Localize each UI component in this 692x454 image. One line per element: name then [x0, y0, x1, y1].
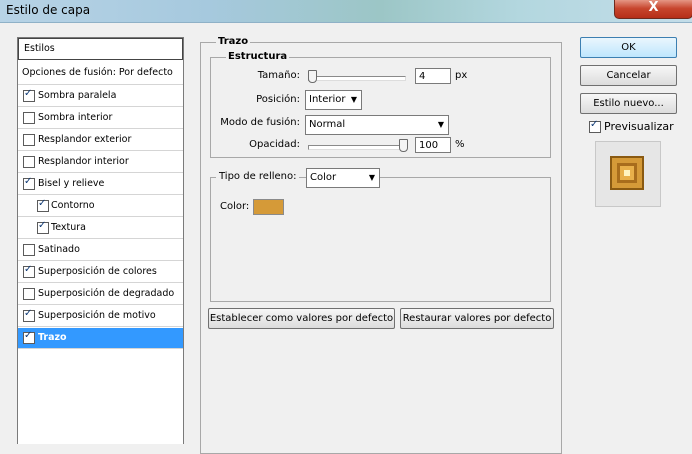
preview-swatch-image [596, 142, 660, 206]
position-label: Posición: [256, 94, 300, 105]
style-item[interactable]: Resplandor exterior [18, 130, 183, 151]
style-item-label: Satinado [38, 244, 80, 255]
chevron-down-icon: ▼ [368, 173, 375, 182]
style-checkbox[interactable] [23, 244, 35, 256]
reset-default-button[interactable]: Restaurar valores por defecto [400, 308, 554, 329]
trazo-title: Trazo [216, 36, 251, 47]
color-label: Color: [220, 201, 250, 212]
style-checkbox[interactable] [23, 330, 35, 344]
style-item[interactable]: Superposición de degradado [18, 284, 183, 305]
style-checkbox[interactable] [23, 264, 35, 278]
opacity-unit: % [455, 139, 465, 150]
style-item[interactable]: Bisel y relieve [18, 174, 183, 195]
size-input[interactable]: 4 [415, 68, 451, 84]
style-checkbox[interactable] [23, 176, 35, 190]
style-item-label: Sombra paralela [38, 90, 117, 101]
style-item[interactable]: Superposición de colores [18, 262, 183, 283]
styles-list: Estilos Opciones de fusión: Por defecto … [17, 37, 184, 444]
style-item-label: Sombra interior [38, 112, 113, 123]
style-checkbox[interactable] [23, 308, 35, 322]
chevron-down-icon: ▼ [350, 95, 357, 104]
blend-options-item[interactable]: Opciones de fusión: Por defecto [18, 63, 183, 85]
size-unit: px [455, 70, 468, 81]
opacity-input[interactable]: 100 [415, 137, 451, 153]
styles-header-label: Estilos [24, 43, 55, 54]
styles-header[interactable]: Estilos [18, 38, 183, 60]
style-item-label: Contorno [51, 200, 95, 211]
style-checkbox[interactable] [23, 288, 35, 300]
style-checkbox[interactable] [23, 134, 35, 146]
style-item-label: Trazo [38, 332, 67, 343]
blend-mode-select[interactable]: Normal ▼ [305, 115, 449, 135]
opacity-slider-track[interactable] [308, 145, 406, 150]
estructura-title: Estructura [226, 51, 290, 62]
style-item[interactable]: Superposición de motivo [18, 306, 183, 327]
set-default-button[interactable]: Establecer como valores por defecto [208, 308, 395, 329]
position-select[interactable]: Interior ▼ [305, 90, 362, 110]
style-checkbox[interactable] [23, 112, 35, 124]
style-item[interactable]: Resplandor interior [18, 152, 183, 173]
size-slider-thumb[interactable] [308, 70, 317, 83]
opacity-slider-thumb[interactable] [399, 139, 408, 152]
chevron-down-icon: ▼ [437, 120, 444, 129]
style-item-label: Textura [51, 222, 86, 233]
style-item[interactable]: Sombra paralela [18, 86, 183, 107]
close-button[interactable]: X [614, 0, 692, 19]
style-preview [595, 141, 661, 207]
style-checkbox[interactable] [23, 156, 35, 168]
size-label: Tamaño: [257, 70, 300, 81]
style-item-label: Superposición de degradado [38, 288, 175, 299]
fill-type-value: Color [310, 172, 337, 183]
style-item-label: Resplandor interior [38, 156, 129, 167]
fill-type-select[interactable]: Color ▼ [306, 168, 380, 188]
fill-type-label: Tipo de relleno: [216, 171, 300, 182]
title-bar: Estilo de capa X [0, 0, 692, 23]
size-slider-track[interactable] [308, 76, 406, 81]
style-item[interactable]: Sombra interior [18, 108, 183, 129]
preview-label: Previsualizar [604, 120, 674, 133]
style-item-label: Resplandor exterior [38, 134, 132, 145]
style-item-label: Superposición de colores [38, 266, 157, 277]
style-checkbox[interactable] [37, 220, 49, 234]
style-item[interactable]: Textura [18, 218, 183, 239]
opacity-label: Opacidad: [249, 139, 300, 150]
new-style-button[interactable]: Estilo nuevo... [580, 93, 677, 114]
fill-group [210, 177, 551, 302]
cancel-button[interactable]: Cancelar [580, 65, 677, 86]
blend-mode-label: Modo de fusión: [220, 117, 300, 128]
color-swatch[interactable] [253, 199, 284, 215]
style-item[interactable]: Satinado [18, 240, 183, 261]
window-title: Estilo de capa [6, 3, 91, 17]
style-item-label: Superposición de motivo [38, 310, 156, 321]
style-checkbox[interactable] [23, 88, 35, 102]
style-item[interactable]: Trazo [18, 328, 183, 349]
blend-options-label: Opciones de fusión: Por defecto [22, 67, 173, 78]
preview-checkbox[interactable] [589, 119, 601, 133]
style-checkbox[interactable] [37, 198, 49, 212]
style-item[interactable]: Contorno [18, 196, 183, 217]
position-value: Interior [309, 94, 346, 105]
blend-mode-value: Normal [309, 119, 346, 130]
style-item-label: Bisel y relieve [38, 178, 105, 189]
ok-button[interactable]: OK [580, 37, 677, 58]
